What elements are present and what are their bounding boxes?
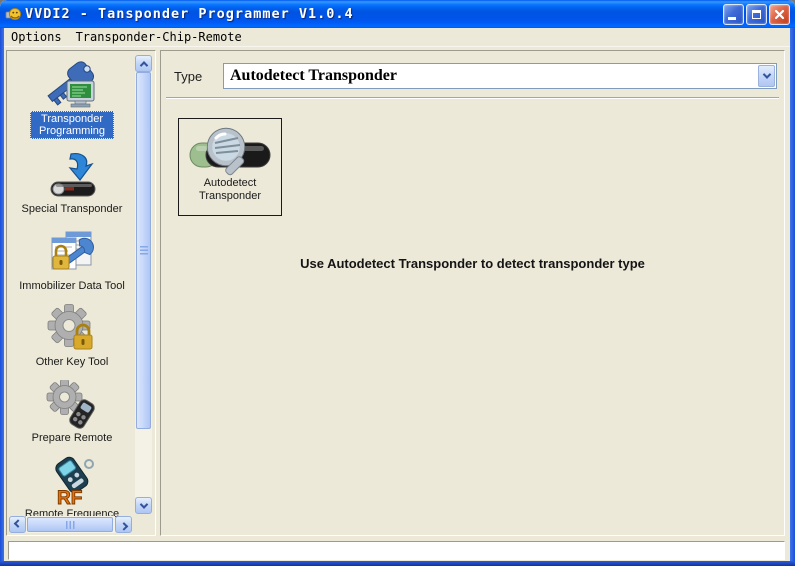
transponder-arrow-icon <box>44 152 100 200</box>
horizontal-scroll-thumb[interactable] <box>27 517 113 532</box>
menu-transponder-chip-remote[interactable]: Transponder-Chip-Remote <box>69 29 249 45</box>
document-wrench-lock-icon <box>44 229 100 277</box>
gear-lock-icon <box>44 305 100 353</box>
sidebar-item-remote-frequence[interactable]: RF Remote Frequence <box>9 457 135 520</box>
app-icon <box>5 6 21 22</box>
dropdown-button[interactable] <box>758 65 775 87</box>
close-icon <box>774 9 785 20</box>
main-panel: Type Autodetect Transponder <box>160 50 785 536</box>
magnifier-transponder-icon <box>184 125 276 177</box>
application-window: VVDI2 - Tansponder Programmer V1.0.4 Opt… <box>0 0 795 566</box>
minimize-button[interactable] <box>723 4 744 25</box>
menu-options[interactable]: Options <box>4 29 69 45</box>
dropdown-selected-value: Autodetect Transponder <box>224 67 757 85</box>
scroll-left-button[interactable] <box>9 516 26 533</box>
chevron-down-icon <box>762 70 770 78</box>
scroll-right-button[interactable] <box>115 516 132 533</box>
thumb-grip <box>66 521 75 529</box>
tile-label: Autodetect Transponder <box>190 177 270 203</box>
sidebar-item-immobilizer-data-tool[interactable]: Immobilizer Data Tool <box>9 229 135 292</box>
vertical-scroll-thumb[interactable] <box>136 72 151 429</box>
chevron-left-icon <box>13 519 21 527</box>
menu-bar: Options Transponder-Chip-Remote <box>4 28 790 47</box>
title-bar[interactable]: VVDI2 - Tansponder Programmer V1.0.4 <box>0 0 795 28</box>
transponder-type-dropdown[interactable]: Autodetect Transponder <box>223 63 777 89</box>
sidebar-item-label: Prepare Remote <box>32 432 113 444</box>
sidebar-item-special-transponder[interactable]: Special Transponder <box>9 152 135 215</box>
separator-line <box>166 97 779 99</box>
vertical-scroll-track[interactable] <box>135 72 152 497</box>
sidebar-item-transponder-programming[interactable]: Transponder Programming <box>9 60 135 139</box>
thumb-grip <box>140 246 148 255</box>
minimize-icon <box>728 17 736 20</box>
sidebar-item-label: Other Key Tool <box>36 356 109 368</box>
sidebar-horizontal-scrollbar[interactable] <box>9 516 132 533</box>
status-bar <box>8 541 785 560</box>
sidebar-item-label: Special Transponder <box>22 203 123 215</box>
sidebar-item-label: Transponder Programming <box>30 111 114 139</box>
window-border-right <box>790 28 795 566</box>
scroll-down-button[interactable] <box>135 497 152 514</box>
svg-text:RF: RF <box>57 488 82 506</box>
gear-remote-icon <box>44 381 100 429</box>
sidebar-item-label: Immobilizer Data Tool <box>19 280 125 292</box>
chevron-right-icon <box>119 522 127 530</box>
chevron-down-icon <box>139 500 147 508</box>
horizontal-scroll-track[interactable] <box>26 516 115 533</box>
maximize-icon <box>752 10 761 19</box>
sidebar-item-other-key-tool[interactable]: Other Key Tool <box>9 305 135 368</box>
scroll-up-button[interactable] <box>135 55 152 72</box>
sidebar-item-prepare-remote[interactable]: Prepare Remote <box>9 381 135 444</box>
sidebar: Transponder Programming Special Transpon… <box>6 50 156 536</box>
key-monitor-icon <box>44 60 100 108</box>
window-border-bottom <box>0 561 795 566</box>
window-title: VVDI2 - Tansponder Programmer V1.0.4 <box>25 6 354 22</box>
remote-rf-icon: RF <box>44 457 100 505</box>
chevron-up-icon <box>139 61 147 69</box>
sidebar-vertical-scrollbar[interactable] <box>135 55 152 514</box>
maximize-button[interactable] <box>746 4 767 25</box>
instruction-message: Use Autodetect Transponder to detect tra… <box>161 256 784 271</box>
autodetect-transponder-tile[interactable]: Autodetect Transponder <box>178 118 282 216</box>
window-border-left <box>0 28 4 566</box>
close-button[interactable] <box>769 4 790 25</box>
type-label: Type <box>174 69 202 84</box>
